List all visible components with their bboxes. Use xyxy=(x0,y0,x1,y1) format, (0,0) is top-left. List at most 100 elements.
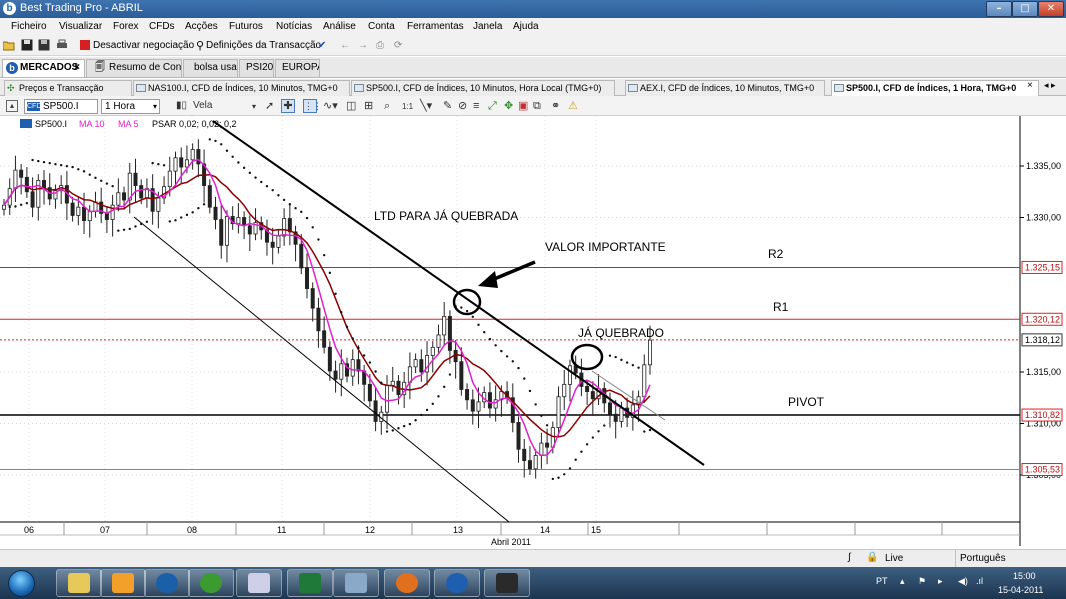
forward-arrow-icon[interactable]: → xyxy=(358,40,368,51)
menu-noticias[interactable]: Notícias xyxy=(276,21,312,32)
save-all-icon[interactable] xyxy=(38,39,50,51)
psar-dot xyxy=(88,173,91,176)
open-folder-icon[interactable] xyxy=(3,39,15,51)
psar-dot xyxy=(511,360,514,363)
indicator-icon[interactable]: ∿▾ xyxy=(323,100,338,112)
back-arrow-icon[interactable]: ← xyxy=(340,40,350,51)
windows-start-button[interactable] xyxy=(8,570,35,597)
menu-forex[interactable]: Forex xyxy=(113,21,139,32)
paint-icon xyxy=(248,573,270,593)
tab-mercados[interactable]: b MERCADOS × xyxy=(2,59,85,77)
candle-up xyxy=(407,366,412,383)
signal-icon[interactable]: .ıl xyxy=(976,576,983,586)
taskbar-utorrent[interactable] xyxy=(188,569,234,597)
candle-up xyxy=(567,365,572,385)
menu-ficheiro[interactable]: Ficheiro xyxy=(11,21,47,32)
pointer-icon[interactable]: ➚ xyxy=(265,100,274,112)
tab-sp500-1h[interactable]: SP500.I, CFD de Índices, 1 Hora, TMG+0 xyxy=(831,80,1039,96)
volume-icon[interactable]: ◀) xyxy=(958,576,968,587)
chart-thumb-icon xyxy=(354,84,364,92)
check-icon[interactable]: ✔ xyxy=(318,40,326,51)
psar-dot xyxy=(494,344,497,347)
tab-scroll-arrows-icon[interactable]: ◂ ▸ xyxy=(1044,80,1056,91)
taskbar-media-player[interactable] xyxy=(100,569,146,597)
candle-down xyxy=(179,157,184,168)
line-tool-icon[interactable]: ╲▾ xyxy=(420,100,432,112)
candle-down xyxy=(322,330,327,348)
save-icon[interactable] xyxy=(21,39,33,51)
add-chart-icon[interactable]: ⊞ xyxy=(364,100,373,112)
markets-logo-icon: b xyxy=(6,62,18,74)
minimize-button[interactable]: – xyxy=(986,1,1012,17)
draw-tool-icon[interactable]: ✎ xyxy=(443,100,452,112)
psar-dot xyxy=(545,424,549,427)
candle-down xyxy=(304,267,309,289)
window-title: Best Trading Pro - ABRIL xyxy=(20,2,143,14)
expand-icon[interactable]: ⤢ xyxy=(488,100,497,112)
menu-ajuda[interactable]: Ajuda xyxy=(513,21,539,32)
crosshair-icon[interactable]: ✚ xyxy=(281,99,295,113)
zoom-icon[interactable]: ⌕ xyxy=(384,100,390,112)
menu-futuros[interactable]: Futuros xyxy=(229,21,263,32)
price-chart[interactable]: 1.335,001.330,001.315,001.310,001.305,00… xyxy=(0,116,1066,548)
candle-up xyxy=(36,180,41,208)
psar-dot xyxy=(260,180,263,184)
fibonacci-icon[interactable]: ⊘ xyxy=(458,100,467,112)
menu-analise[interactable]: Análise xyxy=(323,21,356,32)
tools-icon[interactable]: ✥ xyxy=(504,100,513,112)
input-language[interactable]: PT xyxy=(876,576,888,586)
maximize-button[interactable]: □ xyxy=(1012,1,1038,17)
taskbar-games[interactable] xyxy=(333,569,379,597)
template-icon[interactable]: ▣ xyxy=(518,100,528,112)
print-icon[interactable] xyxy=(56,39,68,51)
psar-dot xyxy=(408,422,412,426)
tab-precos-transaccao[interactable]: ✣ Preços e Transacção xyxy=(4,80,132,96)
show-hidden-icons-icon[interactable]: ▴ xyxy=(900,576,905,587)
menu-conta[interactable]: Conta xyxy=(368,21,395,32)
tab-nas100-10min[interactable]: NAS100.I, CFD de Índices, 10 Minutos, TM… xyxy=(133,80,350,96)
menu-cfds[interactable]: CFDs xyxy=(149,21,175,32)
tab-resumo-de-conta[interactable]: 🗐 Resumo de Conta xyxy=(86,59,182,77)
window-icon[interactable]: ◫ xyxy=(346,100,356,112)
symbol-field[interactable]: CFD SP500.I xyxy=(24,99,98,114)
tab-psi20[interactable]: PSI20 xyxy=(239,59,274,77)
print-preview-icon[interactable]: ⎙ xyxy=(376,40,384,51)
taskbar-chart-app[interactable] xyxy=(484,569,530,597)
close-button[interactable]: ✕ xyxy=(1038,1,1064,17)
grid-icon[interactable]: ⋮⋮ xyxy=(303,99,322,113)
tab-aex-10min[interactable]: AEX.I, CFD de Índices, 10 Minutos, TMG+0 xyxy=(625,80,825,96)
close-tab-icon[interactable]: × xyxy=(74,60,80,76)
refresh-icon[interactable]: ⟳ xyxy=(394,40,402,51)
menu-ferramentas[interactable]: Ferramentas xyxy=(407,21,464,32)
taskbar-explorer[interactable] xyxy=(56,569,102,597)
tab-sp500-10min[interactable]: SP500.I, CFD de Índices, 10 Minutos, Hor… xyxy=(351,80,615,96)
taskbar-excel[interactable] xyxy=(287,569,333,597)
taskbar-paint[interactable] xyxy=(236,569,282,597)
day-tick-label: 06 xyxy=(24,525,34,535)
menu-visualizar[interactable]: Visualizar xyxy=(59,21,102,32)
channel-icon[interactable]: ≡ xyxy=(473,100,479,112)
alert-icon[interactable]: ⚠ xyxy=(568,100,578,112)
menu-janela[interactable]: Janela xyxy=(473,21,502,32)
menu-accoes[interactable]: Acções xyxy=(185,21,218,32)
transaction-settings-button[interactable]: Definições da Transacção xyxy=(206,40,321,51)
candle-up xyxy=(556,396,561,429)
psar-dot xyxy=(225,149,229,152)
clock-time[interactable]: 15:00 xyxy=(1013,571,1036,581)
taskbar-hp[interactable] xyxy=(144,569,190,597)
timeframe-select[interactable]: 1 Hora ▾ xyxy=(101,99,160,114)
network-tray-icon[interactable]: ⚑ xyxy=(918,576,926,587)
tab-bolsa-usa[interactable]: bolsa usa xyxy=(183,59,238,77)
layers-icon[interactable]: ⧉ xyxy=(533,100,541,112)
taskbar-best-trading[interactable] xyxy=(434,569,480,597)
deactivate-trading-button[interactable]: Desactivar negociação xyxy=(93,40,194,51)
taskbar-firefox[interactable] xyxy=(384,569,430,597)
chart-type-select[interactable]: Vela xyxy=(193,100,212,112)
collapse-panel-icon[interactable]: ▴ xyxy=(6,100,18,112)
link-icon[interactable]: ⚭ xyxy=(551,100,560,112)
clock-date[interactable]: 15-04-2011 xyxy=(998,585,1043,595)
action-center-icon[interactable]: ▸ xyxy=(938,576,943,587)
close-chart-tab-icon[interactable]: × xyxy=(1027,80,1033,91)
tab-europa[interactable]: EUROPA xyxy=(275,59,320,77)
one-to-one-icon[interactable]: 1:1 xyxy=(402,101,413,113)
